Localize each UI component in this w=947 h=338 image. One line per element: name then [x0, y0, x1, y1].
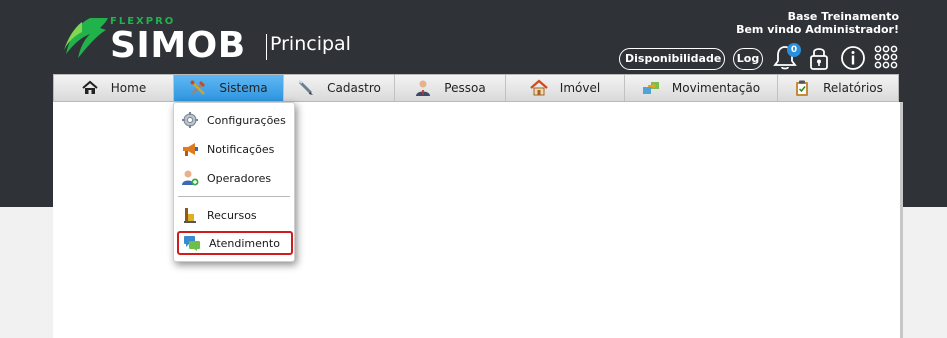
menu-divider [178, 196, 290, 197]
menu-label-recursos: Recursos [207, 208, 257, 222]
resources-icon [184, 208, 196, 223]
transfer-icon [642, 82, 659, 94]
menu-item-notificacoes[interactable]: Notificações [177, 137, 293, 161]
user-welcome: Base Treinamento Bem vindo Administrador… [736, 10, 899, 36]
tools-icon [190, 80, 206, 96]
nav-label-sistema: Sistema [219, 81, 268, 95]
gear-icon [182, 112, 198, 128]
pen-icon [298, 80, 314, 95]
menu-item-operadores[interactable]: Operadores [177, 166, 293, 190]
greeting-text: Bem vindo Administrador! [736, 23, 899, 36]
notification-badge: 0 [787, 43, 801, 57]
nav-label-movimentacao: Movimentação [671, 81, 761, 95]
nav-item-movimentacao[interactable]: Movimentação [625, 75, 778, 101]
user-add-icon [182, 170, 199, 186]
nav-label-imovel: Imóvel [559, 81, 601, 95]
info-icon[interactable] [839, 44, 867, 72]
menu-label-operadores: Operadores [207, 171, 272, 185]
nav-label-cadastro: Cadastro [327, 81, 381, 95]
menu-label-notificacoes: Notificações [207, 142, 275, 156]
nav-item-sistema[interactable]: Sistema [174, 75, 284, 101]
clipboard-icon [796, 80, 809, 96]
availability-button[interactable]: Disponibilidade [619, 48, 725, 70]
menu-item-atendimento[interactable]: Atendimento [177, 231, 293, 255]
nav-label-home: Home [110, 81, 147, 95]
main-nav: Home Sistema Cadastro Pessoa Imóvel Movi… [53, 74, 899, 102]
nav-label-relatorios: Relatórios [823, 81, 883, 95]
nav-item-pessoa[interactable]: Pessoa [395, 75, 506, 101]
house-icon [530, 79, 548, 96]
nav-item-imovel[interactable]: Imóvel [506, 75, 625, 101]
lock-icon[interactable] [805, 44, 833, 72]
logo-separator [266, 34, 267, 60]
menu-label-configuracoes: Configurações [207, 113, 286, 127]
menu-item-recursos[interactable]: Recursos [177, 203, 293, 227]
megaphone-icon [183, 143, 198, 156]
nav-item-home[interactable]: Home [54, 75, 174, 101]
module-name: Principal [270, 33, 351, 55]
menu-item-configuracoes[interactable]: Configurações [177, 108, 293, 132]
home-icon [82, 80, 98, 94]
person-icon [416, 80, 431, 96]
sistema-dropdown-menu: Configurações Notificações Operadores Re… [173, 102, 295, 262]
menu-label-atendimento: Atendimento [209, 236, 280, 250]
apps-grid-icon[interactable] [872, 44, 900, 72]
brand-name: SIMOB [110, 25, 246, 66]
log-button[interactable]: Log [733, 48, 763, 70]
nav-label-pessoa: Pessoa [444, 81, 486, 95]
nav-item-relatorios[interactable]: Relatórios [778, 75, 898, 101]
logo-mark-icon [64, 18, 108, 58]
company-name: Base Treinamento [787, 10, 899, 23]
nav-item-cadastro[interactable]: Cadastro [284, 75, 395, 101]
chat-icon [184, 236, 200, 251]
